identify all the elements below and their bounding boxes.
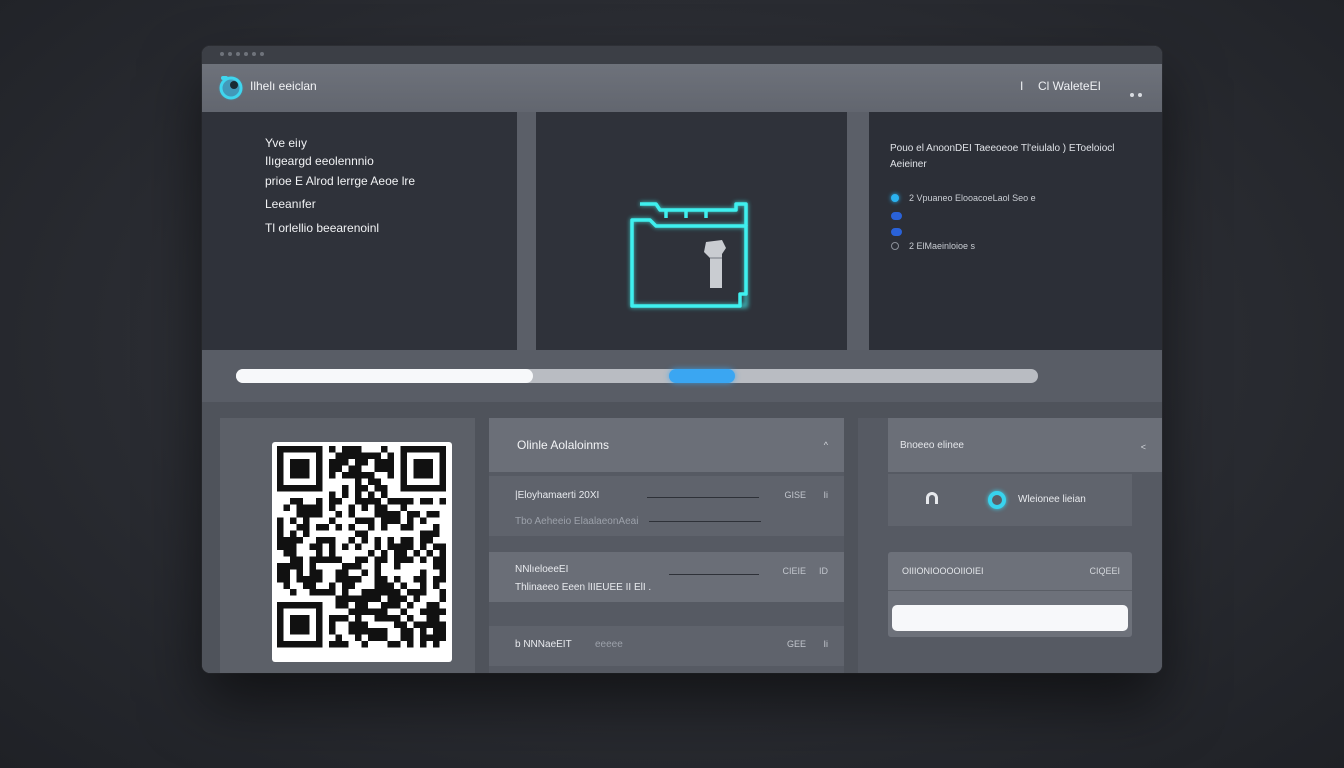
info-line: Yve eiıy	[265, 136, 308, 150]
row-divider	[649, 521, 761, 522]
list-item-label: b NNNaeEIT	[515, 639, 572, 650]
list-item[interactable]: b NNNaeEIT eeeee GEE Ii	[489, 626, 844, 666]
window-dot	[244, 52, 248, 56]
progress-handle[interactable]	[669, 369, 735, 383]
window-dot	[260, 52, 264, 56]
bottom-area: Olinle Aolaloinms ^ |Eloyhamaerti 20XI T…	[202, 402, 1162, 673]
row-divider	[647, 497, 759, 498]
folder-lock-icon	[630, 202, 748, 308]
qr-panel	[220, 418, 475, 673]
radio-blue-icon[interactable]	[891, 228, 902, 236]
card-value: CIQEEI	[1089, 566, 1120, 576]
option-label: 2 ElMaeinloioe s	[909, 241, 976, 251]
window-dot	[236, 52, 240, 56]
list-item-caret[interactable]: Ii	[824, 490, 829, 500]
app-title: Ilhelı eeiclan	[250, 79, 317, 93]
list-item-sub: eeeee	[595, 639, 623, 650]
more-menu-icon[interactable]	[1126, 84, 1142, 102]
chevron-icon[interactable]: <	[1141, 442, 1146, 452]
list-item-sub: Tbo Aeheeio ElaalaeonAeai	[515, 516, 639, 527]
info-line: Ilıgeargd eeolennnio	[265, 154, 374, 168]
card-divider	[888, 590, 1132, 591]
option-row[interactable]	[891, 226, 902, 238]
row-divider	[669, 574, 759, 575]
list-item-value: CIEIE	[782, 566, 806, 576]
settings-input[interactable]	[892, 605, 1128, 631]
list-item-value: GISE	[784, 490, 806, 500]
app-logo-icon	[219, 76, 243, 100]
list-item-label: |Eloyhamaerti 20XI	[515, 490, 600, 501]
settings-panel: Bnoeeo elinee < Wleionee lieian OIIIONIO…	[858, 418, 1162, 673]
title-separator: I	[1020, 79, 1024, 93]
card-label: OIIIONIOOOOIIOIEI	[902, 566, 984, 576]
progress-band	[202, 350, 1162, 402]
window-dot	[252, 52, 256, 56]
info-panel: Yve eiıy Ilıgeargd eeolennnio prioe E Al…	[202, 112, 517, 350]
option-row[interactable]: 2 Vpuaneo ElooacoeLaol Seo e	[891, 192, 1036, 204]
radio-on-icon[interactable]	[891, 194, 899, 202]
folder-preview-panel	[536, 112, 847, 350]
window-dot	[228, 52, 232, 56]
toggle-label: Wleionee lieian	[1018, 494, 1086, 505]
options-panel: Pouo el AnoonDEI Taeeoeoe Tl'eiulalo ) E…	[869, 112, 1162, 350]
list-item[interactable]: |Eloyhamaerti 20XI Tbo Aeheeio Elaalaeon…	[489, 476, 844, 536]
actions-list: Olinle Aolaloinms ^ |Eloyhamaerti 20XI T…	[489, 418, 844, 673]
window-dot	[220, 52, 224, 56]
arch-icon[interactable]	[924, 490, 940, 504]
account-label[interactable]: Cl WaleteEI	[1038, 79, 1101, 93]
radio-selected-icon[interactable]	[988, 491, 1006, 509]
toggle-row[interactable]: Wleionee lieian	[888, 474, 1132, 526]
radio-blue-icon[interactable]	[891, 212, 902, 220]
list-item-caret[interactable]: Ii	[824, 639, 829, 649]
option-row[interactable]: 2 ElMaeinloioe s	[891, 240, 975, 252]
window-chrome	[202, 46, 1162, 64]
app-window: Ilhelı eeiclan I Cl WaleteEI Yve eiıy Il…	[202, 46, 1162, 673]
options-title: Pouo el AnoonDEI Taeeoeoe Tl'eiulalo ) E…	[890, 143, 1115, 170]
settings-card: OIIIONIOOOOIIOIEI CIQEEI	[888, 552, 1132, 637]
progress-bar[interactable]	[236, 369, 1038, 383]
info-line: Tl orlellio beearenoinl	[265, 221, 380, 235]
chevron-up-icon[interactable]: ^	[824, 440, 828, 450]
list-item[interactable]: NNlıeloeeEI Thlinaeeo Eeen lIIEUEE II El…	[489, 552, 844, 602]
list-header[interactable]: Olinle Aolaloinms ^	[489, 418, 844, 472]
title-bar: Ilhelı eeiclan I Cl WaleteEI	[202, 64, 1162, 112]
list-item-caret[interactable]: ID	[819, 566, 828, 576]
settings-header[interactable]: Bnoeeo elinee <	[888, 418, 1162, 472]
list-item-sub: Thlinaeeo Eeen lIIEUEE II ElI .	[515, 582, 652, 593]
radio-off-icon[interactable]	[891, 242, 899, 250]
list-title: Olinle Aolaloinms	[517, 438, 610, 452]
settings-title: Bnoeeo elinee	[900, 440, 964, 451]
list-item-label: NNlıeloeeEI	[515, 564, 569, 575]
list-item-value: GEE	[786, 639, 806, 649]
info-line: prioe E Alrod lerrge Aeoe lre	[265, 174, 416, 188]
option-row[interactable]	[891, 210, 902, 222]
option-label: 2 Vpuaneo ElooacoeLaol Seo e	[909, 193, 1036, 203]
info-line: Leeanıfer	[265, 197, 316, 211]
qr-code-icon	[272, 442, 452, 662]
progress-fill	[236, 369, 533, 383]
